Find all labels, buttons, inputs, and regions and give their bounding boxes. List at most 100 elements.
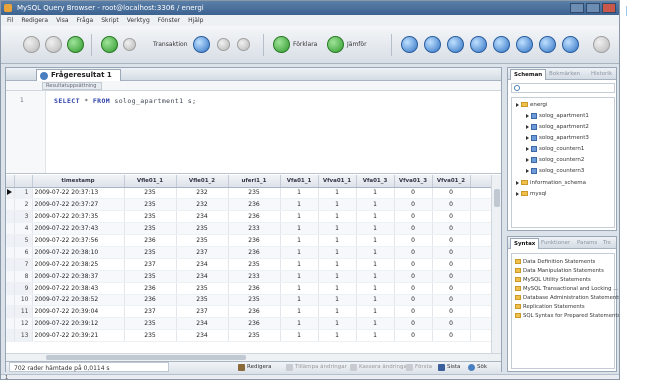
column-header[interactable]: Vfva01_2	[432, 175, 471, 188]
tab-params[interactable]: Params	[574, 238, 600, 249]
schema-node[interactable]: energi	[516, 101, 547, 109]
table-cell[interactable]: 0	[432, 282, 471, 295]
table-cell[interactable]: 1	[318, 222, 357, 236]
expand-arrow-icon[interactable]	[526, 124, 529, 129]
table-row[interactable]: 7 2009-07-22 20:38:25 237 234 235 1 1 1 0 0	[6, 258, 494, 271]
table-cell[interactable]: 236	[228, 282, 281, 295]
table-row[interactable]: 5 2009-07-22 20:37:56 236 235 236 1 1 1 0 0	[6, 234, 494, 247]
tab-result-1[interactable]: Frågeresultat 1	[36, 69, 121, 81]
table-cell[interactable]: 1	[318, 294, 357, 307]
menu-help[interactable]: Hjälp	[188, 15, 203, 26]
rollback-icon[interactable]	[237, 38, 250, 51]
table-cell[interactable]: 1	[356, 317, 395, 331]
table-cell[interactable]: 1	[280, 317, 319, 331]
stop-icon[interactable]	[123, 38, 136, 51]
table-cell[interactable]: 1	[280, 210, 319, 224]
tab-functions[interactable]: Funktioner	[538, 238, 573, 249]
expand-arrow-icon[interactable]	[526, 135, 529, 140]
table-cell[interactable]: 0	[394, 329, 433, 343]
table-cell[interactable]: 1	[318, 270, 357, 283]
table-cell-timestamp[interactable]: 2009-07-22 20:38:10	[32, 246, 125, 259]
tab-bookmarks[interactable]: Bokmärken	[546, 69, 583, 80]
expand-arrow-icon[interactable]	[526, 113, 529, 118]
where-icon[interactable]	[447, 36, 464, 53]
column-header-blank[interactable]	[14, 175, 33, 188]
menu-query[interactable]: Fråga	[77, 15, 94, 26]
table-cell-timestamp[interactable]: 2009-07-22 20:37:27	[32, 198, 125, 212]
table-cell[interactable]: 0	[432, 270, 471, 283]
result-grid[interactable]: timestamp Vfle01_1 Vfle01_2 uferi1_1 Vfa01_1…	[6, 175, 501, 361]
table-row[interactable]: 2 2009-07-22 20:37:27 235 232 236 1 1 1 0 0	[6, 198, 494, 212]
table-cell[interactable]: 235	[124, 317, 177, 331]
table-cell-timestamp[interactable]: 2009-07-22 20:39:21	[32, 329, 125, 343]
table-cell[interactable]: 1	[280, 187, 319, 200]
table-cell-timestamp[interactable]: 2009-07-22 20:38:43	[32, 282, 125, 295]
table-node[interactable]: solog_countern1	[526, 145, 584, 153]
table-cell[interactable]: 0	[394, 246, 433, 259]
refresh-icon[interactable]	[67, 36, 84, 53]
join-icon[interactable]	[424, 36, 441, 53]
column-header[interactable]: Vfa01_1	[280, 175, 319, 188]
table-cell[interactable]: 1	[280, 258, 319, 271]
table-cell[interactable]: 236	[124, 294, 177, 307]
table-cell[interactable]: 235	[124, 187, 177, 200]
table-cell[interactable]: 1	[280, 246, 319, 259]
table-cell[interactable]: 1	[280, 329, 319, 343]
sql-statement[interactable]: SELECT * FROM solog_apartment1 s;	[54, 97, 196, 105]
table-cell[interactable]: 232	[176, 187, 229, 200]
syntax-category[interactable]: Database Administration Statements	[515, 294, 619, 302]
table-cell[interactable]: 235	[176, 282, 229, 295]
menu-window[interactable]: Fönster	[158, 15, 180, 26]
expand-arrow-icon[interactable]	[516, 191, 519, 196]
menu-edit[interactable]: Redigera	[21, 15, 48, 26]
menu-tools[interactable]: Verktyg	[127, 15, 150, 26]
table-cell[interactable]: 235	[176, 222, 229, 236]
table-cell[interactable]: 0	[432, 234, 471, 247]
column-header[interactable]: Vfva01_1	[318, 175, 357, 188]
column-header[interactable]: Vfle01_1	[124, 175, 177, 188]
table-cell[interactable]: 1	[356, 234, 395, 247]
commit-icon[interactable]	[217, 38, 230, 51]
table-cell[interactable]: 0	[432, 187, 471, 200]
table-row[interactable]: 1 2009-07-22 20:37:13 235 232 235 1 1 1 0 0	[6, 187, 494, 200]
table-cell[interactable]: 0	[394, 282, 433, 295]
table-cell[interactable]: 0	[394, 294, 433, 307]
table-node[interactable]: solog_countern2	[526, 156, 584, 164]
row-number[interactable]: 13	[14, 329, 33, 343]
table-cell[interactable]: 1	[318, 282, 357, 295]
table-cell[interactable]: 235	[124, 246, 177, 259]
row-number[interactable]: 5	[14, 234, 33, 247]
table-cell[interactable]: 233	[228, 270, 281, 283]
table-cell[interactable]: 232	[176, 198, 229, 212]
table-cell-timestamp[interactable]: 2009-07-22 20:39:04	[32, 305, 125, 319]
table-cell[interactable]: 0	[394, 198, 433, 212]
table-cell[interactable]: 0	[394, 270, 433, 283]
column-header[interactable]: Vfa01_3	[356, 175, 395, 188]
table-cell[interactable]: 234	[176, 270, 229, 283]
sql-editor[interactable]: 1 SELECT * FROM solog_apartment1 s;	[6, 91, 501, 174]
scroll-thumb[interactable]	[494, 189, 500, 207]
table-cell[interactable]: 0	[432, 222, 471, 236]
row-number[interactable]: 7	[14, 258, 33, 271]
select-icon[interactable]	[401, 36, 418, 53]
table-row[interactable]: 4 2009-07-22 20:37:43 235 235 233 1 1 1 0 0	[6, 222, 494, 236]
tab-schemas[interactable]: Scheman	[510, 69, 547, 80]
table-row[interactable]: 10 2009-07-22 20:38:52 236 235 235 1 1 1 0 0	[6, 294, 494, 307]
discard-changes-button[interactable]: Kassera ändringar	[350, 363, 409, 372]
table-cell[interactable]: 1	[280, 222, 319, 236]
table-cell[interactable]: 1	[356, 329, 395, 343]
table-cell-timestamp[interactable]: 2009-07-22 20:37:56	[32, 234, 125, 247]
table-cell[interactable]: 1	[280, 294, 319, 307]
table-cell[interactable]: 236	[228, 305, 281, 319]
table-cell-timestamp[interactable]: 2009-07-22 20:37:13	[32, 187, 125, 200]
table-cell[interactable]: 1	[280, 305, 319, 319]
forward-icon[interactable]	[45, 36, 62, 53]
table-cell[interactable]: 0	[432, 258, 471, 271]
row-number[interactable]: 11	[14, 305, 33, 319]
table-node[interactable]: solog_apartment1	[526, 112, 589, 120]
table-cell[interactable]: 236	[124, 282, 177, 295]
table-cell[interactable]: 0	[432, 210, 471, 224]
table-cell-timestamp[interactable]: 2009-07-22 20:38:25	[32, 258, 125, 271]
column-header-blank[interactable]	[6, 175, 15, 188]
table-cell[interactable]: 1	[280, 198, 319, 212]
